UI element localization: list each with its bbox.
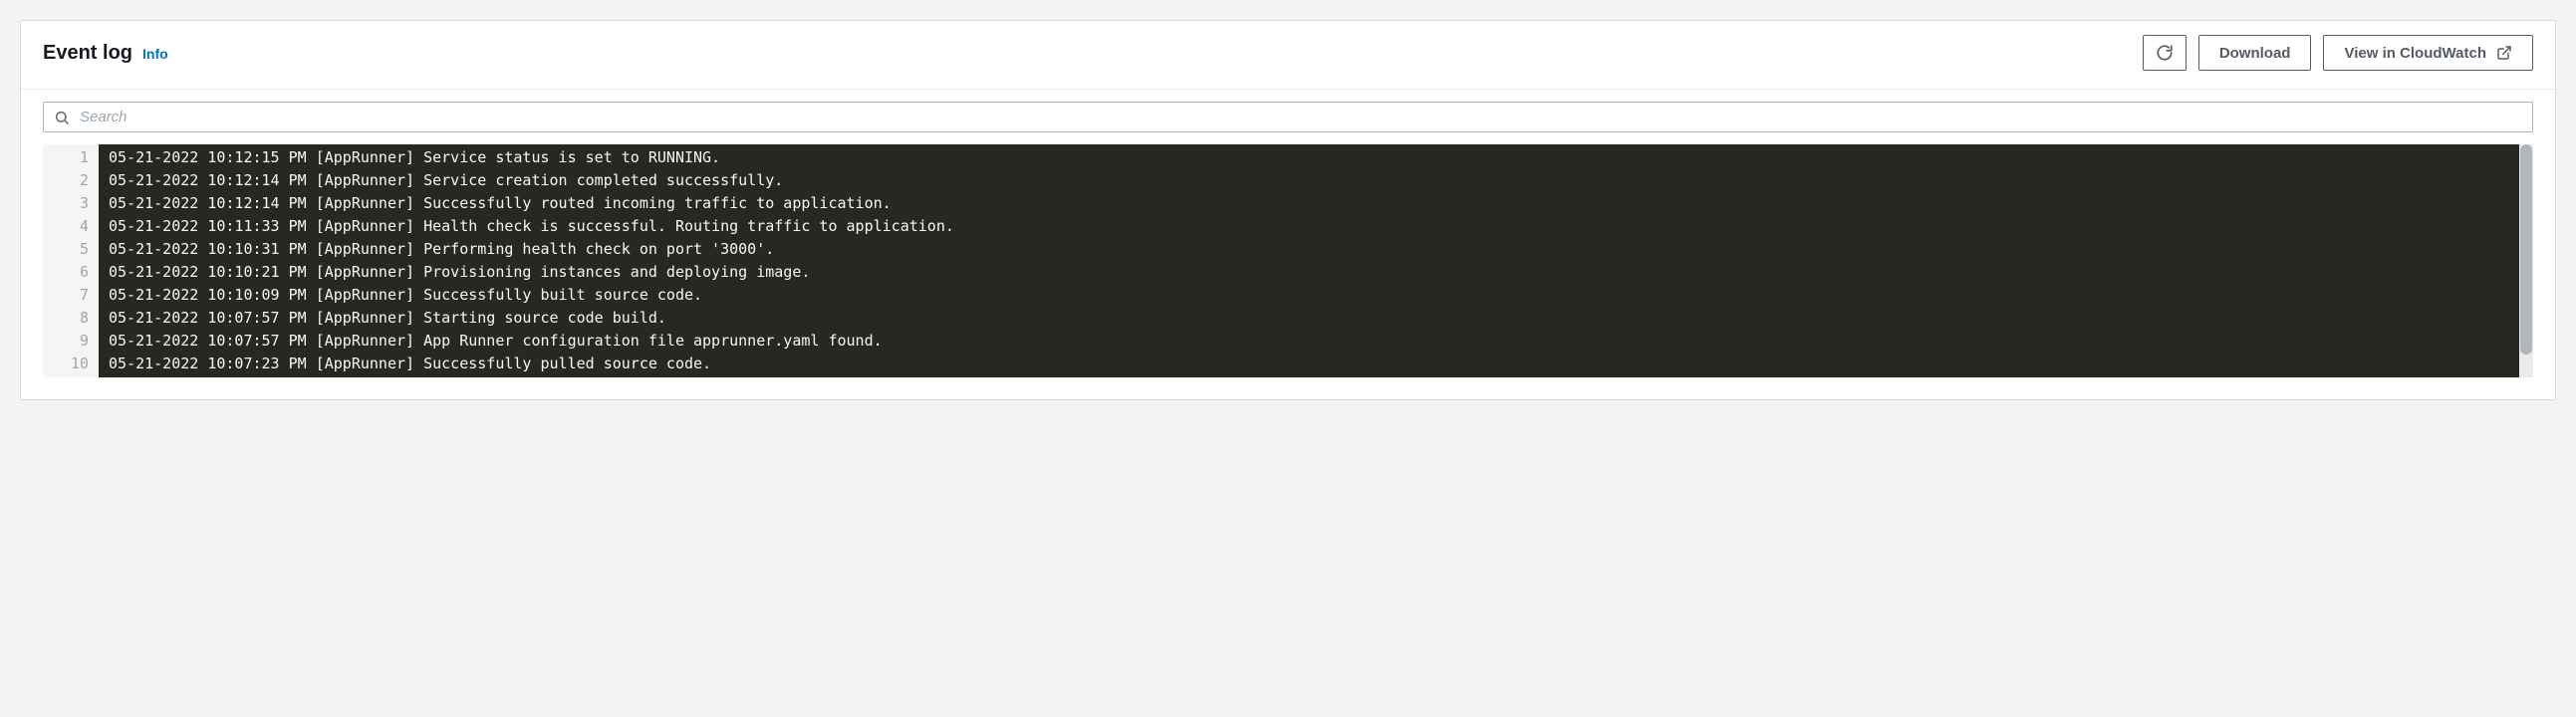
scrollbar[interactable] (2519, 144, 2533, 377)
scrollbar-thumb[interactable] (2520, 144, 2532, 355)
download-label: Download (2219, 45, 2291, 62)
title-wrap: Event log Info (43, 42, 168, 65)
download-button[interactable]: Download (2198, 35, 2312, 71)
view-cloudwatch-button[interactable]: View in CloudWatch (2323, 35, 2533, 71)
external-link-icon (2496, 45, 2512, 61)
panel-body: 1 2 3 4 5 6 7 8 9 10 05-21-2022 10:12:15… (21, 90, 2555, 399)
panel-header: Event log Info Download View in CloudWat… (21, 21, 2555, 90)
refresh-icon (2156, 44, 2174, 62)
refresh-button[interactable] (2143, 35, 2187, 71)
search-icon (54, 110, 70, 125)
view-cloudwatch-label: View in CloudWatch (2344, 45, 2486, 62)
event-log-panel: Event log Info Download View in CloudWat… (20, 20, 2556, 400)
panel-title: Event log (43, 42, 132, 65)
log-gutter: 1 2 3 4 5 6 7 8 9 10 (43, 144, 99, 377)
action-buttons: Download View in CloudWatch (2143, 35, 2533, 71)
log-area: 1 2 3 4 5 6 7 8 9 10 05-21-2022 10:12:15… (43, 144, 2533, 377)
search-input[interactable] (80, 109, 2522, 125)
search-box[interactable] (43, 102, 2533, 132)
info-link[interactable]: Info (142, 46, 168, 62)
log-content[interactable]: 05-21-2022 10:12:15 PM [AppRunner] Servi… (99, 144, 2519, 377)
